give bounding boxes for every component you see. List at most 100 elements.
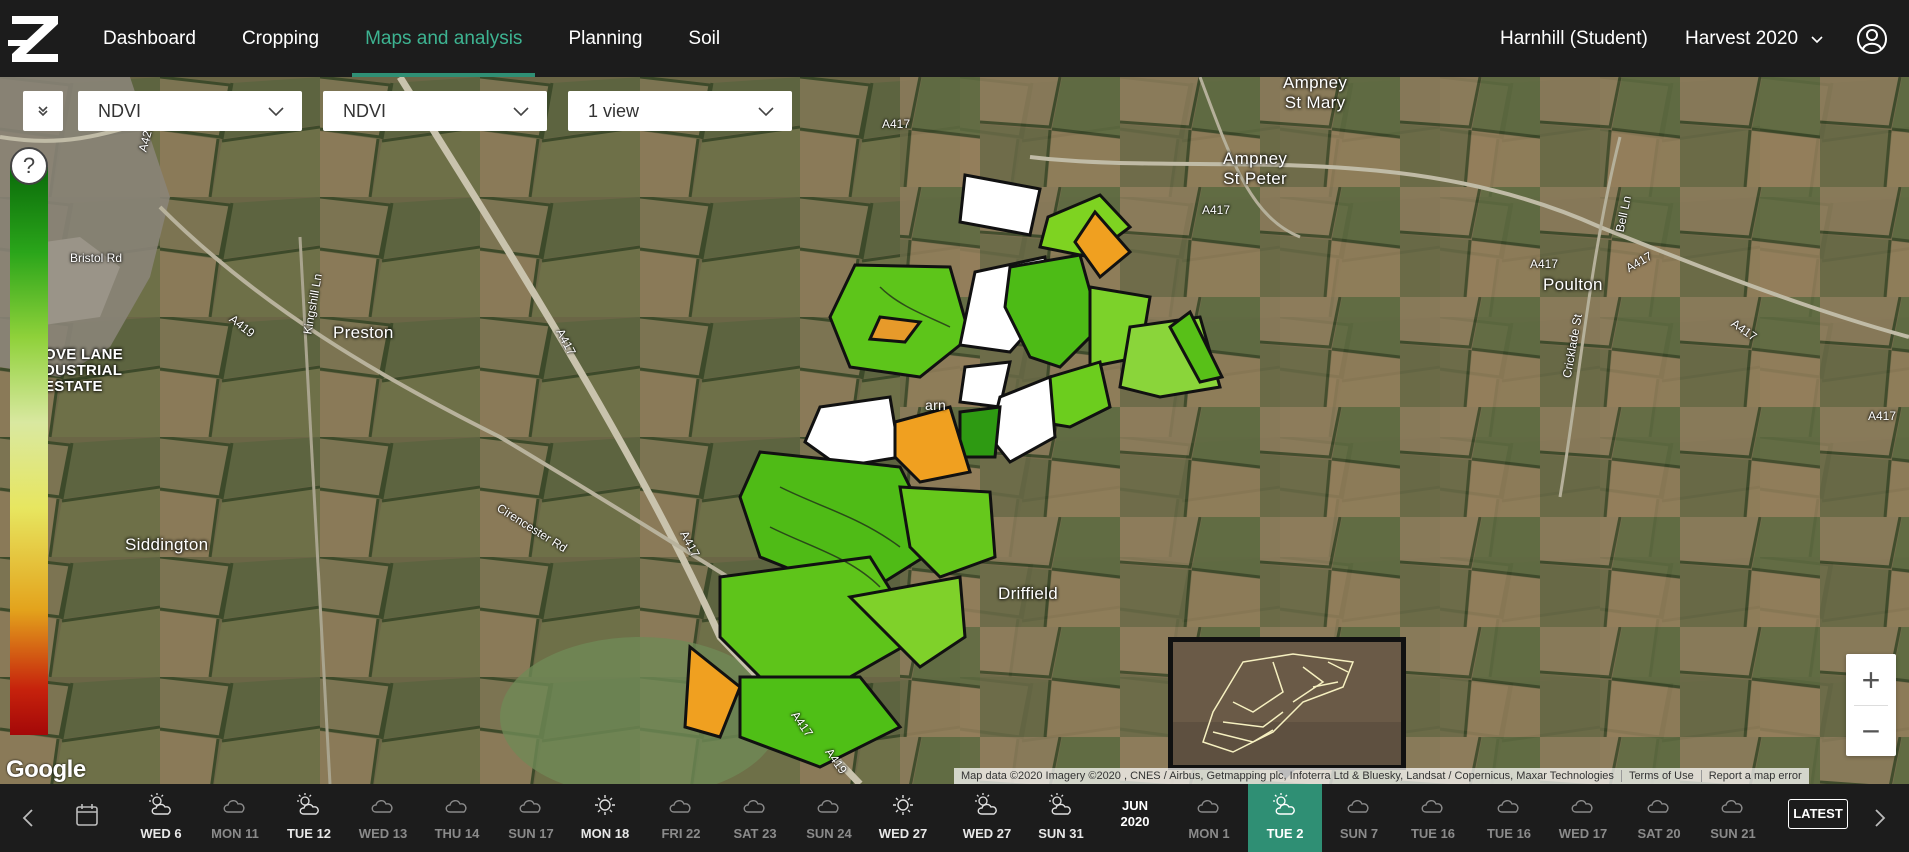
timeline-day[interactable]: SUN 21 xyxy=(1696,784,1770,852)
cloud-icon xyxy=(371,800,393,813)
cloud-icon xyxy=(445,800,467,813)
road-label-a417-top: A417 xyxy=(882,117,911,131)
chevron-down-icon xyxy=(1811,36,1823,44)
timeline-day-label: MON 1 xyxy=(1188,826,1230,841)
partly-sunny-icon xyxy=(1273,793,1295,815)
timeline-day[interactable]: THU 14 xyxy=(420,784,494,852)
month-label: JUN xyxy=(1121,798,1148,813)
sun-icon xyxy=(595,795,615,815)
timeline-day[interactable]: TUE 12 xyxy=(272,784,346,852)
year-label: 2020 xyxy=(1120,814,1150,829)
zoom-out-button[interactable]: − xyxy=(1846,705,1896,756)
timeline-day-label: MON 18 xyxy=(580,826,630,841)
timeline-day[interactable]: WED 27 xyxy=(866,784,940,852)
nav-cropping[interactable]: Cropping xyxy=(219,0,342,77)
help-button[interactable]: ? xyxy=(10,147,48,185)
chevron-right-icon xyxy=(1875,809,1886,827)
road-label-a417-east1: A417 xyxy=(1530,257,1559,271)
timeline-day-label: SUN 21 xyxy=(1710,826,1756,841)
timeline-day[interactable]: FRI 22 xyxy=(644,784,718,852)
month-marker: JUN 2020 xyxy=(1098,798,1172,830)
latest-button[interactable]: LATEST xyxy=(1788,799,1848,829)
chevron-down-icon xyxy=(513,107,529,117)
ndvi-color-scale xyxy=(10,167,48,735)
map-imagery[interactable] xyxy=(0,77,1909,784)
terms-of-use-link[interactable]: Terms of Use xyxy=(1622,770,1701,782)
sun-icon xyxy=(893,795,913,815)
timeline-day[interactable]: SUN 31 xyxy=(1024,784,1098,852)
cloud-icon xyxy=(1347,800,1369,813)
map-attribution: Map data ©2020 Imagery ©2020 , CNES / Ai… xyxy=(954,768,1809,784)
nav-dashboard[interactable]: Dashboard xyxy=(80,0,219,77)
collapse-toolbar-button[interactable] xyxy=(23,91,63,131)
minimap-fields xyxy=(1173,642,1401,765)
zoom-controls: + − xyxy=(1846,654,1896,756)
timeline-day[interactable]: WED 27 xyxy=(950,784,1024,852)
season-selector[interactable]: Harvest 2020 xyxy=(1685,0,1824,78)
timeline-day-label: SUN 7 xyxy=(1339,826,1379,841)
calendar-icon[interactable] xyxy=(74,802,100,828)
cloud-icon xyxy=(669,800,691,813)
timeline-day-label: WED 27 xyxy=(962,826,1012,841)
partly-sunny-icon xyxy=(975,793,997,815)
report-map-error-link[interactable]: Report a map error xyxy=(1702,770,1809,782)
timeline-day[interactable]: SAT 20 xyxy=(1622,784,1696,852)
timeline-day[interactable]: MON 11 xyxy=(198,784,272,852)
place-label-ampney-st-mary: Ampney St Mary xyxy=(1283,77,1348,112)
user-account-icon[interactable] xyxy=(1856,23,1888,55)
view-select[interactable]: 1 view xyxy=(568,91,792,131)
road-label-a417-edge: A417 xyxy=(1868,409,1897,423)
satellite-map[interactable]: Ampney St Mary Ampney St Peter Poulton P… xyxy=(0,77,1909,784)
timeline-prev-button[interactable] xyxy=(8,784,48,852)
nav-planning[interactable]: Planning xyxy=(545,0,665,77)
timeline-day[interactable]: SUN 7 xyxy=(1322,784,1396,852)
timeline-day[interactable]: SAT 23 xyxy=(718,784,792,852)
timeline-day[interactable]: WED 13 xyxy=(346,784,420,852)
nav-maps-and-analysis[interactable]: Maps and analysis xyxy=(342,0,545,77)
map-data-credit: Map data ©2020 Imagery ©2020 , CNES / Ai… xyxy=(961,770,1614,782)
timeline-day-label: TUE 12 xyxy=(286,826,332,841)
timeline-day[interactable]: TUE 2 xyxy=(1248,784,1322,852)
timeline-day[interactable]: SUN 24 xyxy=(792,784,866,852)
partly-sunny-icon xyxy=(1049,793,1071,815)
timeline-day-label: SUN 17 xyxy=(508,826,554,841)
timeline-day-label: WED 13 xyxy=(358,826,408,841)
road-label-bristol-rd: Bristol Rd xyxy=(70,251,123,265)
timeline-day[interactable]: TUE 16 xyxy=(1472,784,1546,852)
index-select[interactable]: NDVI xyxy=(323,91,547,131)
timeline-day-label: WED 17 xyxy=(1558,826,1608,841)
place-label-poulton: Poulton xyxy=(1543,275,1603,294)
timeline-day[interactable]: MON 1 xyxy=(1172,784,1246,852)
place-label-industrial-estate: OVE LANE DUSTRIAL ESTATE xyxy=(44,346,124,395)
cloud-icon xyxy=(1421,800,1443,813)
timeline-day-label: WED 27 xyxy=(878,826,928,841)
timeline-day[interactable]: WED 6 xyxy=(124,784,198,852)
double-chevron-down-icon xyxy=(38,106,48,117)
minimap[interactable] xyxy=(1168,637,1406,770)
partly-sunny-icon xyxy=(297,793,319,815)
zoom-in-button[interactable]: + xyxy=(1846,654,1896,705)
chevron-left-icon xyxy=(22,809,33,827)
cloud-icon xyxy=(743,800,765,813)
timeline-day-label: MON 11 xyxy=(211,826,259,841)
main-nav: Dashboard Cropping Maps and analysis Pla… xyxy=(80,0,743,77)
timeline-day[interactable]: MON 18 xyxy=(568,784,642,852)
partly-sunny-icon xyxy=(149,793,171,815)
minus-icon: − xyxy=(1861,712,1881,749)
season-label: Harvest 2020 xyxy=(1685,28,1799,49)
timeline-day[interactable]: SUN 17 xyxy=(494,784,568,852)
view-select-value: 1 view xyxy=(588,101,640,121)
layer-select-value: NDVI xyxy=(98,101,142,121)
index-select-value: NDVI xyxy=(343,101,387,121)
layer-select[interactable]: NDVI xyxy=(78,91,302,131)
timeline-next-button[interactable] xyxy=(1860,784,1900,852)
timeline-day-label: WED 6 xyxy=(140,826,182,841)
timeline-day-label: TUE 16 xyxy=(1486,826,1532,841)
farm-selector[interactable]: Harnhill (Student) xyxy=(1500,0,1648,78)
timeline-day[interactable]: WED 17 xyxy=(1546,784,1620,852)
timeline-day-label: SAT 23 xyxy=(733,826,777,841)
logo-icon[interactable] xyxy=(6,10,64,68)
timeline-day[interactable]: TUE 16 xyxy=(1396,784,1470,852)
timeline-day-label: SAT 20 xyxy=(1637,826,1681,841)
nav-soil[interactable]: Soil xyxy=(665,0,743,77)
